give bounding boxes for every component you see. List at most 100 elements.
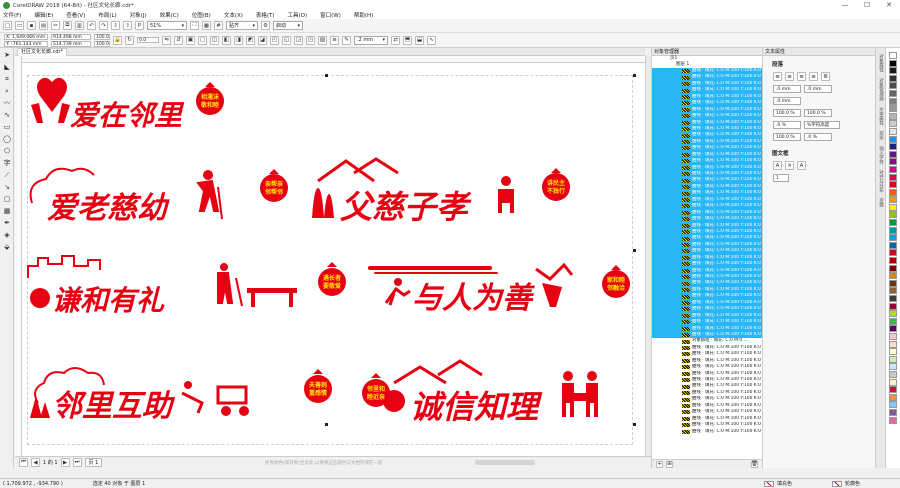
menu-window[interactable]: 窗口(W) — [320, 11, 341, 19]
align-center-icon[interactable]: ≡ — [797, 72, 806, 81]
publish-pdf-icon[interactable]: P — [135, 21, 144, 30]
left-indent-field[interactable]: .0 mm — [773, 85, 801, 93]
horizontal-ruler[interactable] — [22, 56, 645, 63]
color-swatch[interactable] — [889, 127, 897, 135]
color-swatch[interactable] — [889, 59, 897, 67]
color-swatch[interactable] — [889, 67, 897, 75]
vertical-align-icon[interactable]: A — [797, 161, 806, 170]
color-swatch[interactable] — [889, 219, 897, 227]
close-button[interactable]: ✕ — [878, 0, 900, 10]
docker-tab-hints[interactable]: 提示 — [878, 131, 884, 140]
combine-icon[interactable]: ◧ — [222, 35, 231, 45]
new-master-layer-icon[interactable]: ⊞ — [666, 460, 673, 468]
color-swatch[interactable] — [889, 74, 897, 82]
new-layer-icon[interactable]: + — [656, 460, 663, 468]
color-swatch[interactable] — [889, 264, 897, 272]
snap-to-dropdown[interactable]: 贴齐 ▾ — [226, 21, 258, 30]
align-none-icon[interactable]: ≡ — [773, 72, 782, 81]
color-swatch[interactable] — [889, 363, 897, 371]
color-swatch[interactable] — [889, 105, 897, 113]
polygon-tool-icon[interactable]: ⬠ — [2, 146, 12, 156]
color-swatch[interactable] — [889, 393, 897, 401]
menu-effects[interactable]: 效果(C) — [160, 11, 179, 19]
menu-object[interactable]: 对象(J) — [130, 11, 147, 19]
color-swatch[interactable] — [889, 196, 897, 204]
zoom-tool-icon[interactable]: ⌕ — [2, 86, 12, 96]
align-distribute-icon[interactable]: ≡ — [330, 35, 339, 45]
docker-tab-insert-char[interactable]: 插入字符 — [878, 146, 884, 164]
import-icon[interactable]: ⇩ — [111, 21, 120, 30]
trim-icon[interactable]: ◪ — [258, 35, 267, 45]
color-swatch[interactable] — [889, 234, 897, 242]
intersect-icon[interactable]: ◰ — [270, 35, 279, 45]
artistic-media-icon[interactable]: ∿ — [2, 110, 12, 120]
color-swatch[interactable] — [889, 158, 897, 166]
color-swatch[interactable] — [889, 416, 897, 424]
color-swatch[interactable] — [889, 241, 897, 249]
shape-tool-icon[interactable]: ◣ — [2, 62, 12, 72]
delete-icon[interactable]: 🗑 — [751, 460, 758, 468]
mirror-v-icon[interactable]: ⇵ — [174, 35, 183, 45]
color-swatch[interactable] — [889, 150, 897, 158]
docker-tab-object-manager[interactable]: 对象管理器 — [878, 78, 884, 101]
pick-tool-icon[interactable]: ➤ — [2, 50, 12, 60]
menu-table[interactable]: 表格(T) — [256, 11, 275, 19]
color-swatch[interactable] — [889, 340, 897, 348]
eyedropper-icon[interactable]: ✒ — [2, 218, 12, 228]
color-swatch[interactable] — [889, 408, 897, 416]
color-swatch[interactable] — [889, 120, 897, 128]
last-page-icon[interactable]: ⏭ — [72, 458, 82, 467]
menu-bitmaps[interactable]: 位图(B) — [192, 11, 211, 19]
color-swatch[interactable] — [889, 203, 897, 211]
paste-icon[interactable]: ▥ — [75, 21, 84, 30]
rotate-icon[interactable]: ↻ — [125, 35, 134, 45]
weld-icon[interactable]: ◩ — [246, 35, 255, 45]
new-icon[interactable]: □ — [3, 21, 12, 30]
color-swatch[interactable] — [889, 181, 897, 189]
word-spacing-field[interactable]: 100.0 % — [804, 109, 832, 117]
vertical-ruler[interactable] — [15, 56, 22, 456]
align-left-icon[interactable]: ≡ — [785, 72, 794, 81]
color-swatch[interactable] — [889, 89, 897, 97]
outline-width-select[interactable]: .2 mm ▾ — [354, 35, 388, 45]
color-swatch[interactable] — [889, 355, 897, 363]
freehand-tool-icon[interactable]: 〰 — [2, 98, 12, 108]
color-swatch[interactable] — [889, 211, 897, 219]
menu-view[interactable]: 查看(V) — [66, 11, 85, 19]
interactive-fill-icon[interactable]: ◈ — [2, 230, 12, 240]
color-swatch[interactable] — [889, 302, 897, 310]
rulers-icon[interactable]: ▦ — [202, 21, 211, 30]
options-gear-icon[interactable]: ⚙ — [261, 21, 270, 30]
outline-indicator[interactable]: 轮廓色 — [831, 480, 860, 487]
scale-height-field[interactable]: 100.0 — [94, 40, 110, 47]
color-swatch[interactable] — [889, 378, 897, 386]
redo-icon[interactable]: ↷ — [99, 21, 108, 30]
export-icon[interactable]: ⇧ — [123, 21, 132, 30]
back-minus-front-icon[interactable]: ◳ — [306, 35, 315, 45]
color-swatch[interactable] — [889, 188, 897, 196]
color-swatch[interactable] — [889, 82, 897, 90]
text-tool-icon[interactable]: 字 — [2, 158, 12, 168]
page-tab[interactable]: 页 1 — [84, 458, 103, 467]
width-field[interactable]: 914.498 mm — [51, 33, 91, 40]
connector-tool-icon[interactable]: ↘ — [2, 182, 12, 192]
menu-layout[interactable]: 布局(L) — [98, 11, 116, 19]
x-position-field[interactable]: X: 1,649.066 mm — [4, 33, 48, 40]
frame-fill-none-icon[interactable]: ✕ — [785, 161, 794, 170]
crop-tool-icon[interactable]: ⌗ — [2, 74, 12, 84]
print-icon[interactable]: ▤ — [39, 21, 48, 30]
prev-page-icon[interactable]: ◀ — [31, 458, 40, 467]
justify-icon[interactable]: ≣ — [821, 72, 830, 81]
color-swatch[interactable] — [889, 287, 897, 295]
color-swatch[interactable] — [889, 173, 897, 181]
undo-icon[interactable]: ↶ — [87, 21, 96, 30]
fill-indicator[interactable]: 填充色 — [763, 480, 792, 487]
wrap-text-icon[interactable]: ⇄ — [391, 35, 400, 45]
first-page-icon[interactable]: ⏮ — [19, 458, 28, 467]
menu-edit[interactable]: 编辑(E) — [34, 11, 53, 19]
mirror-h-icon[interactable]: ⇋ — [162, 35, 171, 45]
zoom-level-select[interactable]: 51% ▾ — [147, 21, 187, 30]
color-swatch[interactable] — [889, 135, 897, 143]
color-swatch[interactable] — [889, 370, 897, 378]
color-swatch[interactable] — [889, 279, 897, 287]
